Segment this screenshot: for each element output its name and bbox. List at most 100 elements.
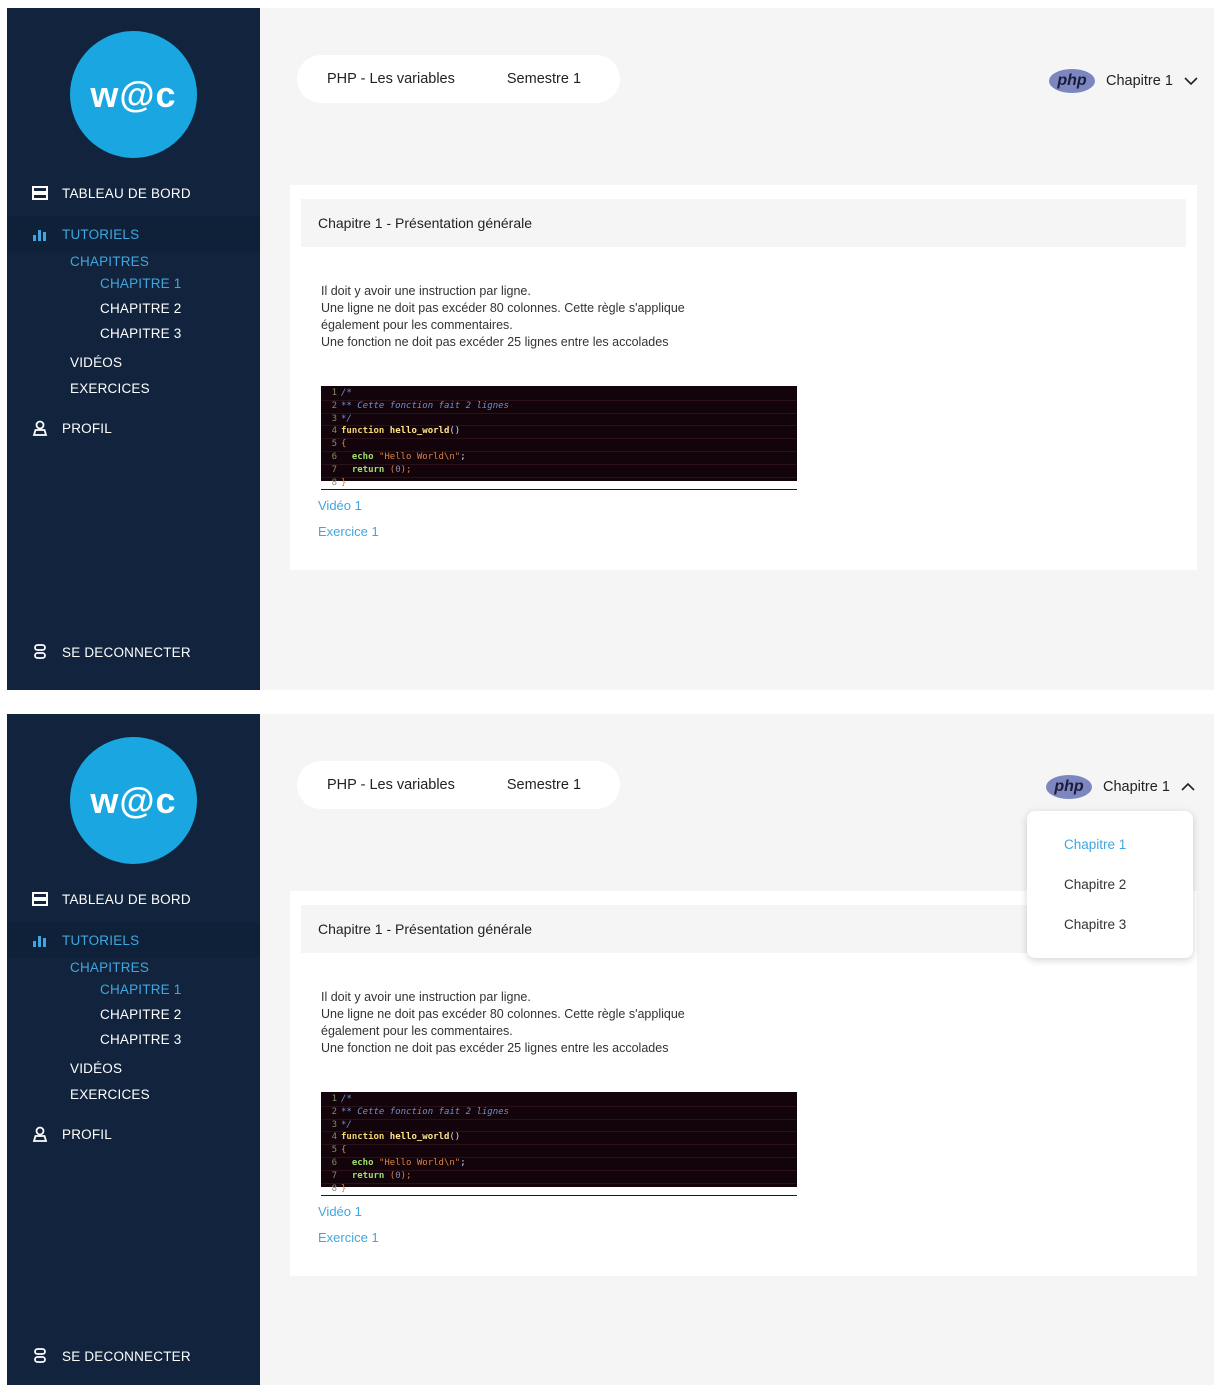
- nav-dashboard[interactable]: TABLEAU DE BORD: [7, 881, 260, 917]
- nav-exercises[interactable]: EXERCICES: [70, 1087, 150, 1102]
- code-line: ** Cette fonction fait 2 lignes: [341, 1106, 509, 1117]
- nav-chapter-1[interactable]: CHAPITRE 1: [100, 276, 182, 291]
- nav-videos[interactable]: VIDÉOS: [70, 1061, 122, 1076]
- code-keyword: function: [341, 426, 385, 437]
- exercise-link[interactable]: Exercice 1: [318, 524, 379, 539]
- text-line: Une fonction ne doit pas excéder 25 lign…: [321, 335, 669, 349]
- line-number: 6: [331, 451, 337, 462]
- course-title: PHP - Les variables: [327, 71, 455, 87]
- line-number: 2: [331, 400, 337, 411]
- code-line: /*: [341, 388, 352, 398]
- nav-logout[interactable]: SE DECONNECTER: [7, 1338, 260, 1374]
- nav-profile-label: PROFIL: [62, 420, 112, 436]
- code-string: "Hello World\n": [378, 1157, 461, 1168]
- nav-exercises[interactable]: EXERCICES: [70, 381, 150, 396]
- line-number: 3: [331, 413, 337, 424]
- exercise-link[interactable]: Exercice 1: [318, 1230, 379, 1245]
- nav-chapters[interactable]: CHAPITRES: [70, 254, 149, 269]
- code-block: 1 /* 2 ** Cette fonction fait 2 lignes 3 */…: [321, 1092, 797, 1197]
- user-icon: [32, 1126, 48, 1142]
- list-icon: [32, 185, 48, 201]
- line-number: 8: [331, 477, 337, 488]
- code-keyword: return: [351, 1170, 385, 1181]
- code-line: /*: [341, 1094, 352, 1104]
- chapter-text: Il doit y avoir une instruction par lign…: [321, 989, 685, 1057]
- bar-chart-icon: [32, 932, 48, 948]
- chapter-text: Il doit y avoir une instruction par lign…: [321, 283, 685, 351]
- nav-dashboard-label: TABLEAU DE BORD: [62, 185, 191, 201]
- video-link[interactable]: Vidéo 1: [318, 498, 362, 513]
- course-breadcrumb: PHP - Les variables Semestre 1: [297, 761, 620, 809]
- nav-tutorials[interactable]: TUTORIELS: [7, 922, 260, 958]
- chevron-up-icon: [1181, 782, 1195, 791]
- nav-chapter-2[interactable]: CHAPITRE 2: [100, 1007, 182, 1022]
- code-punct: );: [400, 1170, 412, 1181]
- chapter-title: Chapitre 1 - Présentation générale: [301, 199, 1186, 247]
- line-number: 6: [331, 1157, 337, 1168]
- line-number: 5: [331, 1145, 337, 1156]
- nav-chapter-3[interactable]: CHAPITRE 3: [100, 326, 182, 341]
- code-function: hello_world: [389, 426, 450, 437]
- line-number: 7: [331, 464, 337, 475]
- line-number: 1: [331, 388, 337, 398]
- code-line: {: [341, 1145, 347, 1156]
- chapter-select[interactable]: php Chapitre 1: [1046, 774, 1196, 800]
- course-breadcrumb: PHP - Les variables Semestre 1: [297, 55, 620, 103]
- nav-chapter-3[interactable]: CHAPITRE 3: [100, 1032, 182, 1047]
- course-title: PHP - Les variables: [327, 777, 455, 793]
- php-logo: php: [1046, 775, 1092, 799]
- logout-icon: [32, 1348, 48, 1364]
- code-keyword: echo: [351, 451, 374, 462]
- code-line: */: [341, 1119, 352, 1130]
- dropdown-item-chapter-1[interactable]: Chapitre 1: [1064, 837, 1126, 852]
- line-number: 3: [331, 1119, 337, 1130]
- sidebar: w@c TABLEAU DE BORD TUTORIELS CHAPITRES …: [7, 8, 260, 690]
- nav-profile[interactable]: PROFIL: [7, 410, 260, 446]
- nav-tutorials-label: TUTORIELS: [62, 932, 140, 948]
- code-punct: (): [449, 426, 461, 437]
- nav-profile-label: PROFIL: [62, 1126, 112, 1142]
- nav-dashboard[interactable]: TABLEAU DE BORD: [7, 175, 260, 211]
- screen-dropdown-open: w@c TABLEAU DE BORD TUTORIELS CHAPITRES …: [7, 714, 1214, 1385]
- code-line: }: [341, 1183, 347, 1194]
- text-line: Une fonction ne doit pas excéder 25 lign…: [321, 1041, 669, 1055]
- code-keyword: echo: [351, 1157, 374, 1168]
- code-punct: ;: [460, 451, 466, 462]
- sidebar: w@c TABLEAU DE BORD TUTORIELS CHAPITRES …: [7, 714, 260, 1385]
- chapter-select[interactable]: php Chapitre 1: [1049, 68, 1199, 94]
- code-string: "Hello World\n": [378, 451, 461, 462]
- code-punct: ;: [460, 1157, 466, 1168]
- line-number: 1: [331, 1094, 337, 1104]
- logout-icon: [32, 644, 48, 660]
- nav-tutorials[interactable]: TUTORIELS: [7, 216, 260, 252]
- code-line: {: [341, 439, 347, 450]
- code-line: */: [341, 413, 352, 424]
- nav-chapter-2[interactable]: CHAPITRE 2: [100, 301, 182, 316]
- text-line: Il doit y avoir une instruction par lign…: [321, 284, 531, 298]
- nav-logout[interactable]: SE DECONNECTER: [7, 634, 260, 670]
- chapter-dropdown-menu: Chapitre 1 Chapitre 2 Chapitre 3: [1027, 811, 1193, 958]
- line-number: 4: [331, 426, 337, 437]
- code-keyword: function: [341, 1132, 385, 1143]
- user-icon: [32, 420, 48, 436]
- video-link[interactable]: Vidéo 1: [318, 1204, 362, 1219]
- nav-profile[interactable]: PROFIL: [7, 1116, 260, 1152]
- nav-videos[interactable]: VIDÉOS: [70, 355, 122, 370]
- code-function: hello_world: [389, 1132, 450, 1143]
- chevron-down-icon: [1184, 77, 1198, 86]
- code-punct: );: [400, 464, 412, 475]
- dropdown-item-chapter-2[interactable]: Chapitre 2: [1064, 877, 1126, 892]
- text-line: Il doit y avoir une instruction par lign…: [321, 990, 531, 1004]
- semester-label: Semestre 1: [506, 71, 582, 87]
- code-line: }: [341, 477, 347, 488]
- nav-logout-label: SE DECONNECTER: [62, 644, 191, 660]
- chapter-select-value: Chapitre 1: [1106, 73, 1173, 89]
- text-line: également pour les commentaires.: [321, 1024, 513, 1038]
- dropdown-item-chapter-3[interactable]: Chapitre 3: [1064, 917, 1126, 932]
- line-number: 5: [331, 439, 337, 450]
- nav-chapter-1[interactable]: CHAPITRE 1: [100, 982, 182, 997]
- nav-chapters[interactable]: CHAPITRES: [70, 960, 149, 975]
- bar-chart-icon: [32, 226, 48, 242]
- nav-tutorials-label: TUTORIELS: [62, 226, 140, 242]
- screen-collapsed: w@c TABLEAU DE BORD TUTORIELS CHAPITRES …: [7, 8, 1214, 690]
